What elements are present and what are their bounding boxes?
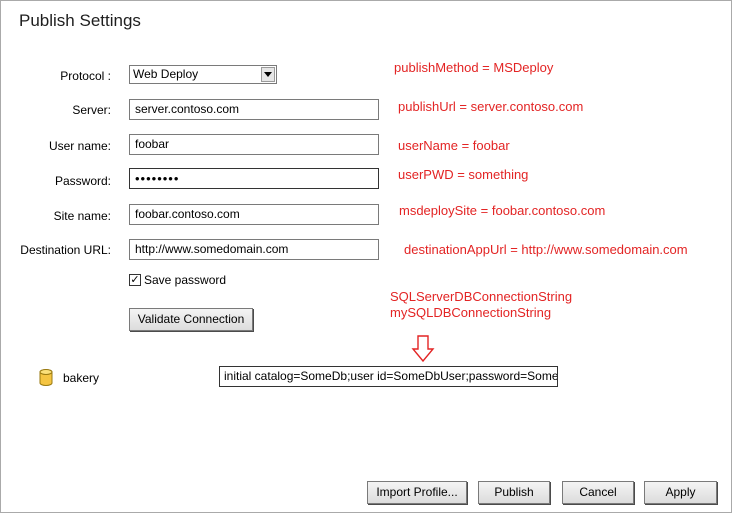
annotation-username: userName = foobar bbox=[398, 138, 510, 153]
username-input[interactable]: foobar bbox=[129, 134, 379, 155]
annotation-server: publishUrl = server.contoso.com bbox=[398, 99, 584, 114]
password-input[interactable]: •••••••• bbox=[129, 168, 379, 189]
database-name: bakery bbox=[63, 371, 100, 385]
database-icon bbox=[39, 369, 53, 386]
publish-button[interactable]: Publish bbox=[478, 481, 550, 504]
validate-connection-button[interactable]: Validate Connection bbox=[129, 308, 253, 331]
cancel-button[interactable]: Cancel bbox=[562, 481, 634, 504]
protocol-select[interactable]: Web Deploy bbox=[129, 65, 277, 84]
save-password-checkbox[interactable]: ✓ bbox=[129, 274, 141, 286]
annotation-password: userPWD = something bbox=[398, 167, 529, 182]
desturl-input[interactable]: http://www.somedomain.com bbox=[129, 239, 379, 260]
username-label: User name: bbox=[48, 139, 111, 153]
connection-string-input[interactable]: initial catalog=SomeDb;user id=SomeDbUse… bbox=[219, 366, 558, 387]
annotation-sitename: msdeploySite = foobar.contoso.com bbox=[399, 203, 606, 218]
arrow-down-icon bbox=[411, 335, 435, 363]
window-title: Publish Settings bbox=[19, 11, 141, 30]
annotation-conn-line2: mySQLDBConnectionString bbox=[390, 305, 552, 320]
server-input[interactable]: server.contoso.com bbox=[129, 99, 379, 120]
annotation-desturl: destinationAppUrl = http://www.somedomai… bbox=[404, 242, 688, 257]
apply-button[interactable]: Apply bbox=[644, 481, 717, 504]
save-password-label: Save password bbox=[144, 273, 227, 287]
protocol-label: Protocol : bbox=[60, 69, 111, 83]
server-label: Server: bbox=[72, 103, 111, 117]
annotation-protocol: publishMethod = MSDeploy bbox=[394, 60, 554, 75]
chevron-down-icon[interactable] bbox=[261, 67, 275, 82]
annotation-conn-line1: SQLServerDBConnectionString bbox=[390, 289, 573, 304]
publish-settings-window: Publish Settings Protocol : Web Deploy S… bbox=[0, 0, 732, 513]
desturl-label: Destination URL: bbox=[20, 243, 111, 257]
sitename-input[interactable]: foobar.contoso.com bbox=[129, 204, 379, 225]
sitename-label: Site name: bbox=[53, 209, 111, 223]
password-label: Password: bbox=[54, 174, 111, 188]
protocol-select-value: Web Deploy bbox=[133, 67, 199, 81]
import-profile-button[interactable]: Import Profile... bbox=[367, 481, 467, 504]
